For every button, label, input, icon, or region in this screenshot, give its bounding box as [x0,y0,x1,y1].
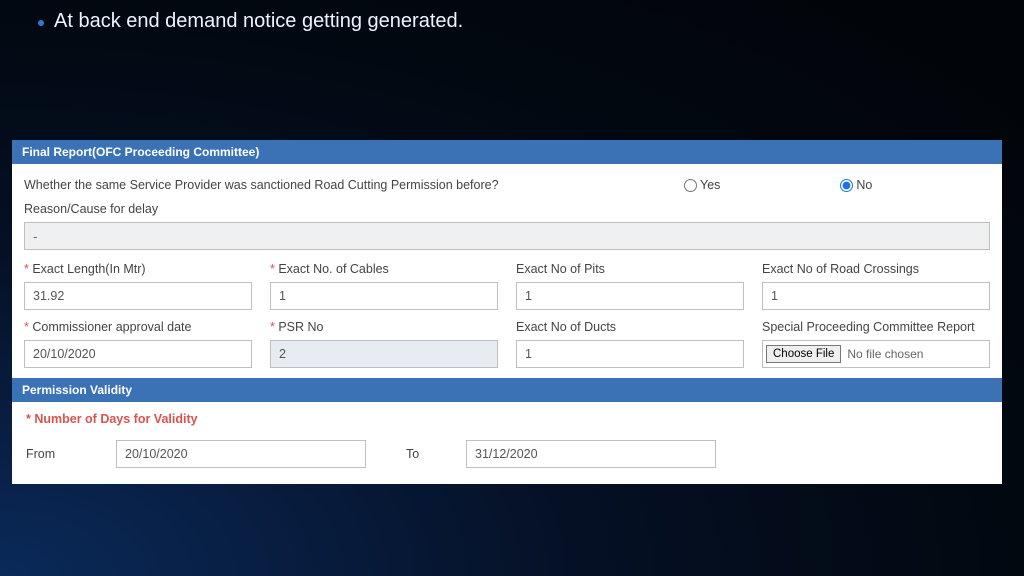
field-label: * Commissioner approval date [24,320,252,334]
required-asterisk: * [270,320,278,334]
from-label: From [26,447,96,461]
field-label: Exact No of Ducts [516,320,744,334]
delay-label: Reason/Cause for delay [24,198,990,222]
field-cell: * Exact No. of Cables [270,262,498,310]
field-cell: * Exact Length(In Mtr) [24,262,252,310]
radio-yes-input[interactable] [684,179,697,192]
slide-bullet: At back end demand notice getting genera… [38,10,463,33]
required-asterisk: * [24,262,32,276]
field-label: * Exact Length(In Mtr) [24,262,252,276]
validity-title-text: Number of Days for Validity [34,412,197,426]
field-label: Exact No of Road Crossings [762,262,990,276]
field-label: Special Proceeding Committee Report [762,320,990,334]
field-grid: * Exact Length(In Mtr) * Exact No. of Cab… [24,262,990,368]
radio-yes-label: Yes [700,178,720,192]
choose-file-button[interactable]: Choose File [766,345,841,363]
field-input[interactable] [516,282,744,310]
field-input[interactable] [24,340,252,368]
permission-validity-body: * Number of Days for Validity From To [12,402,1002,484]
field-cell: Special Proceeding Committee Report Choos… [762,320,990,368]
required-asterisk: * [270,262,278,276]
field-cell: Exact No of Road Crossings [762,262,990,310]
validity-date-row: From To [26,440,988,468]
field-input[interactable] [516,340,744,368]
bullet-text: At back end demand notice getting genera… [54,10,463,33]
bullet-icon [38,20,44,26]
field-input[interactable] [270,282,498,310]
radio-no[interactable]: No [840,178,872,192]
to-date-input[interactable] [466,440,716,468]
sanction-question-row: Whether the same Service Provider was sa… [24,172,990,198]
required-asterisk: * [24,320,32,334]
field-label: Exact No of Pits [516,262,744,276]
field-input[interactable] [24,282,252,310]
field-cell: * PSR No [270,320,498,368]
to-label: To [406,447,446,461]
field-input[interactable] [762,282,990,310]
validity-title: * Number of Days for Validity [26,412,988,426]
from-date-input[interactable] [116,440,366,468]
sanction-question-text: Whether the same Service Provider was sa… [24,178,644,192]
field-cell: * Commissioner approval date [24,320,252,368]
field-input[interactable] [270,340,498,368]
radio-yes[interactable]: Yes [684,178,720,192]
final-report-body: Whether the same Service Provider was sa… [12,164,1002,378]
file-status-text: No file chosen [847,347,923,361]
permission-validity-header: Permission Validity [12,378,1002,402]
radio-no-label: No [856,178,872,192]
delay-input[interactable] [24,222,990,250]
field-cell: Exact No of Pits [516,262,744,310]
radio-no-input[interactable] [840,179,853,192]
field-label: * Exact No. of Cables [270,262,498,276]
file-input-wrap[interactable]: Choose File No file chosen [762,340,990,368]
form-container: Final Report(OFC Proceeding Committee) W… [12,140,1002,484]
field-cell: Exact No of Ducts [516,320,744,368]
sanction-radio-group: Yes No [684,178,872,192]
field-label: * PSR No [270,320,498,334]
final-report-header: Final Report(OFC Proceeding Committee) [12,140,1002,164]
